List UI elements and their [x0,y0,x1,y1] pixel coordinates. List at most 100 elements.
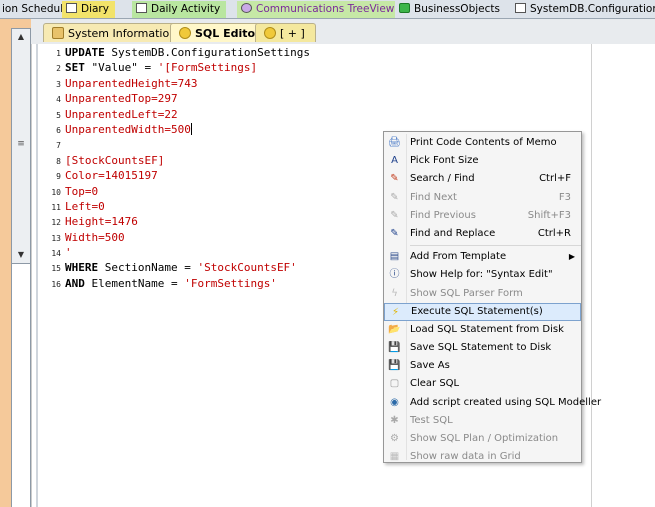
menu-item-folder[interactable]: 📂 Load SQL Statement from Disk [384,321,581,339]
sql-string: Height=1476 [65,215,138,229]
code-line[interactable]: 8 [StockCountsEF] [39,153,310,168]
menu-item-label: Show SQL Parser Form [410,287,523,299]
code-line[interactable]: 2 SET "Value" = '[FormSettings] [39,60,310,75]
menu-item-grid[interactable]: ▦ Show raw data in Grid [384,448,581,466]
tab-systemdb-configuration[interactable]: SystemDB.Configuration [511,1,655,18]
code-line[interactable]: 13 Width=500 [39,230,310,245]
line-number: 13 [51,233,61,243]
tab-diary[interactable]: Diary [62,1,115,18]
template-icon: ▤ [389,251,400,263]
menu-item-plan[interactable]: ⚙ Show SQL Plan / Optimization [384,430,581,448]
menu-item-save-as[interactable]: 💾 Save As [384,357,581,375]
sql-keyword: SET [65,61,85,75]
save-as-icon: 💾 [388,360,401,372]
menu-item-bug[interactable]: ✱ Test SQL [384,412,581,430]
menu-item-modeller[interactable]: ◉ Add script created using SQL Modeller [384,394,601,412]
sql-string: Left=0 [65,199,105,213]
sql-string: UnparentedTop=297 [65,92,178,106]
calendar-icon [136,3,147,13]
menu-item-printer[interactable]: 🖨 Print Code Contents of Memo [384,134,581,152]
line-number: 12 [51,218,61,228]
sql-keyword: AND [65,276,85,290]
line-number: 14 [51,249,61,259]
shortcut-label: F3 [558,191,571,203]
gutter-divider [36,44,38,507]
sql-string: [StockCountsEF] [65,153,165,167]
tab-add-new[interactable]: [ + ] [255,23,316,42]
code-line[interactable]: 11 Left=0 [39,199,310,214]
grid-icon: ▦ [389,451,400,463]
menu-item-label: Execute SQL Statement(s) [411,305,543,317]
right-panel [591,44,655,507]
sql-string: Width=500 [65,230,125,244]
menu-item-help[interactable]: ⓘ Show Help for: "Syntax Edit" [384,266,581,284]
font-icon: A [391,155,398,167]
execute-icon: ⚡ [391,306,400,318]
menu-item-parser[interactable]: ϟ Show SQL Parser Form [384,285,581,303]
menu-item-save[interactable]: 💾 Save SQL Statement to Disk [384,339,581,357]
shortcut-label: Ctrl+F [539,173,571,185]
menu-item-search[interactable]: ✎ Search / Find Ctrl+F [384,170,581,188]
code-line[interactable]: 16 AND ElementName = 'FormSettings' [39,276,310,291]
sql-keyword: UPDATE [65,46,105,59]
code-line[interactable]: 9 Color=14015197 [39,168,310,183]
left-vertical-scrollbar[interactable]: ▲ ≡ ▼ [11,28,31,264]
sql-string: Top=0 [65,184,99,198]
menu-item-label: Find and Replace [410,227,496,239]
menu-item-replace[interactable]: ✎ Find and Replace Ctrl+R [384,225,581,243]
communications-icon [241,3,252,13]
scroll-up-icon[interactable]: ▲ [15,31,27,43]
code-line[interactable]: 10 Top=0 [39,184,310,199]
code-line[interactable]: 14 ' [39,245,310,260]
menu-item-template[interactable]: ▤ Add From Template ▶ [384,248,581,266]
menu-item-label: Add From Template [410,251,507,263]
replace-icon: ✎ [390,227,399,239]
save-icon: 💾 [388,342,401,354]
code-line[interactable]: 1 UPDATE SystemDB.ConfigurationSettings [39,45,310,60]
menu-item-label: Show Help for: "Syntax Edit" [410,269,553,281]
clear-icon: ▢ [389,378,400,390]
line-number: 2 [56,64,61,74]
shortcut-label: Shift+F3 [527,209,571,221]
tab-label: Daily Activity [151,3,221,15]
code-line[interactable]: 5 UnparentedLeft=22 [39,107,310,122]
code-line[interactable]: 3 UnparentedHeight=743 [39,76,310,91]
sql-text: "Value" = [84,61,158,75]
line-number: 5 [56,110,61,120]
menu-item-find-next[interactable]: ✎ Find Next F3 [384,189,581,207]
line-number: 10 [51,187,61,197]
tab-daily-activity[interactable]: Daily Activity [132,1,227,18]
scroll-grip-icon[interactable]: ≡ [15,139,27,149]
menu-item-label: Load SQL Statement from Disk [410,323,564,335]
code-line[interactable]: 12 Height=1476 [39,214,310,229]
menu-item-find-previous[interactable]: ✎ Find Previous Shift+F3 [384,207,581,225]
table-icon [515,3,526,13]
tab-communications-treeview[interactable]: Communications TreeView [237,1,401,18]
menu-item-label: Find Previous [410,209,476,221]
menu-item-execute[interactable]: ⚡ Execute SQL Statement(s) [384,302,581,321]
sql-text: SectionName = [98,261,198,275]
menu-item-label: Show raw data in Grid [410,451,521,463]
tab-businessobjects[interactable]: BusinessObjects [395,1,506,18]
code-line[interactable]: 7 [39,137,310,152]
menu-item-label: Clear SQL [410,378,460,390]
sql-code[interactable]: 1 UPDATE SystemDB.ConfigurationSettings 2 S… [39,45,310,291]
tab-label: System Information [68,27,177,40]
code-line[interactable]: 15 WHERE SectionName = 'StockCountsEF' [39,260,310,275]
tab-label: BusinessObjects [414,3,500,15]
diary-icon [66,3,77,13]
plan-icon: ⚙ [390,433,399,444]
tab-system-information[interactable]: System Information [43,23,188,42]
menu-item-label: Search / Find [410,173,475,185]
menu-item-clear[interactable]: ▢ Clear SQL [384,375,581,393]
menu-item-font[interactable]: A Pick Font Size [384,152,581,170]
scroll-down-icon[interactable]: ▼ [15,249,27,261]
line-number: 1 [56,49,61,58]
sql-string: UnparentedHeight=743 [65,76,198,90]
code-line[interactable]: 6 UnparentedWidth=500 [39,122,310,137]
menu-item-label: Find Next [410,191,457,203]
sql-text: SystemDB.ConfigurationSettings [104,46,311,59]
code-line[interactable]: 4 UnparentedTop=297 [39,91,310,106]
add-tab-icon [264,27,276,39]
menu-item-label: Save SQL Statement to Disk [410,342,552,354]
